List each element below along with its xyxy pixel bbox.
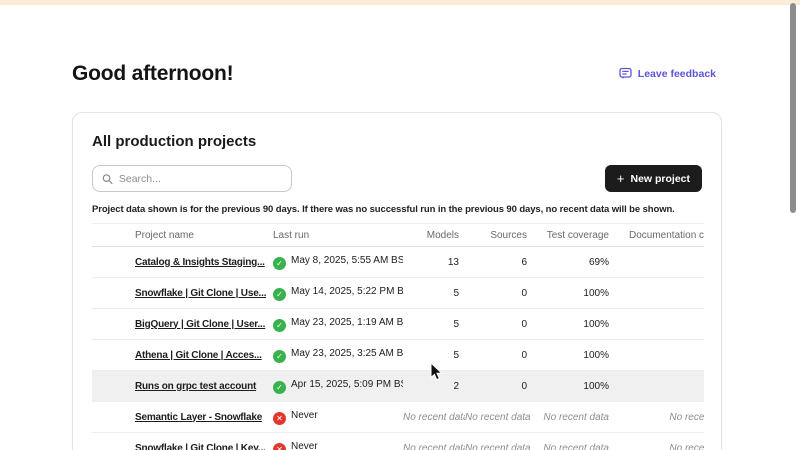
- run-status-icon: ✕: [273, 443, 286, 450]
- projects-card: All production projects + New project Pr…: [72, 112, 722, 450]
- last-run-cell: ✓ Apr 15, 2025, 5:09 PM BS: [266, 371, 403, 402]
- documentation-coverage-cell: [615, 340, 704, 371]
- last-run-text: May 8, 2025, 5:55 AM BS: [291, 255, 403, 266]
- documentation-coverage-cell: [615, 278, 704, 309]
- sources-cell: 6: [465, 247, 533, 278]
- run-status-icon: ✓: [273, 288, 286, 301]
- documentation-coverage-cell: [615, 247, 704, 278]
- last-run-text: May 23, 2025, 3:25 AM B: [291, 348, 403, 359]
- project-link[interactable]: Catalog & Insights Staging...: [135, 257, 265, 268]
- last-run-cell: ✕ Never: [266, 402, 403, 433]
- new-project-label: New project: [630, 173, 690, 185]
- models-cell: 2: [403, 371, 465, 402]
- page-scrollbar-thumb[interactable]: [790, 3, 796, 213]
- sources-cell: No recent data: [465, 402, 533, 433]
- project-link[interactable]: Snowflake | Git Clone | Use...: [135, 288, 266, 299]
- table-row[interactable]: Snowflake | Git Clone | Key... ✕ Never No…: [92, 433, 704, 450]
- models-cell: 5: [403, 309, 465, 340]
- leave-feedback-link[interactable]: Leave feedback: [619, 67, 716, 80]
- project-link[interactable]: Semantic Layer - Snowflake: [135, 412, 262, 423]
- search-input[interactable]: [119, 173, 282, 185]
- last-run-text: Never: [291, 410, 318, 421]
- sources-cell: 0: [465, 340, 533, 371]
- sources-cell: 0: [465, 371, 533, 402]
- run-status-icon: ✓: [273, 319, 286, 332]
- column-header-sources: Sources: [465, 224, 533, 247]
- table-row[interactable]: BigQuery | Git Clone | User... ✓ May 23, …: [92, 309, 704, 340]
- last-run-cell: ✓ May 23, 2025, 3:25 AM B: [266, 340, 403, 371]
- column-header-test-coverage: Test coverage: [533, 224, 615, 247]
- top-accent-bar: [0, 0, 800, 5]
- models-cell: No recent data: [403, 433, 465, 450]
- column-header-last-run: Last run: [266, 224, 403, 247]
- documentation-coverage-cell: [615, 371, 704, 402]
- greeting-title: Good afternoon!: [72, 62, 233, 86]
- last-run-cell: ✓ May 23, 2025, 1:19 AM BS: [266, 309, 403, 340]
- column-header-star: [92, 224, 128, 247]
- search-icon: [102, 173, 113, 185]
- card-title: All production projects: [92, 133, 702, 150]
- run-status-icon: ✓: [273, 381, 286, 394]
- plus-icon: +: [617, 172, 625, 185]
- test-coverage-cell: 100%: [533, 340, 615, 371]
- table-header-row: Project nameLast runModelsSourcesTest co…: [92, 224, 704, 247]
- column-header-project-name: Project name: [128, 224, 266, 247]
- search-input-wrapper[interactable]: [92, 165, 292, 192]
- last-run-text: May 23, 2025, 1:19 AM BS: [291, 317, 403, 328]
- card-toolbar: + New project: [92, 165, 702, 192]
- last-run-text: May 14, 2025, 5:22 PM BS: [291, 286, 403, 297]
- documentation-coverage-cell: No recent data: [615, 433, 704, 450]
- column-header-documentation-coverage: Documentation coverage: [615, 224, 704, 247]
- models-cell: 5: [403, 278, 465, 309]
- run-status-icon: ✕: [273, 412, 286, 425]
- project-link[interactable]: Runs on grpc test account: [135, 381, 256, 392]
- table-row[interactable]: Athena | Git Clone | Acces... ✓ May 23, 2…: [92, 340, 704, 371]
- table-row[interactable]: Semantic Layer - Snowflake ✕ Never No rec…: [92, 402, 704, 433]
- run-status-icon: ✓: [273, 257, 286, 270]
- table-row[interactable]: Runs on grpc test account ✓ Apr 15, 2025,…: [92, 371, 704, 402]
- test-coverage-cell: No recent data: [533, 433, 615, 450]
- test-coverage-cell: No recent data: [533, 402, 615, 433]
- test-coverage-cell: 100%: [533, 278, 615, 309]
- project-link[interactable]: Snowflake | Git Clone | Key...: [135, 443, 266, 450]
- column-header-models: Models: [403, 224, 465, 247]
- run-status-icon: ✓: [273, 350, 286, 363]
- projects-table-container: Project nameLast runModelsSourcesTest co…: [92, 223, 704, 450]
- table-row[interactable]: Snowflake | Git Clone | Use... ✓ May 14, …: [92, 278, 704, 309]
- documentation-coverage-cell: [615, 309, 704, 340]
- last-run-cell: ✕ Never: [266, 433, 403, 450]
- leave-feedback-label: Leave feedback: [638, 68, 716, 80]
- sources-cell: 0: [465, 278, 533, 309]
- test-coverage-cell: 100%: [533, 309, 615, 340]
- projects-table: Project nameLast runModelsSourcesTest co…: [92, 223, 704, 450]
- documentation-coverage-cell: No recent data: [615, 402, 704, 433]
- models-cell: 5: [403, 340, 465, 371]
- last-run-text: Never: [291, 441, 318, 450]
- models-cell: 13: [403, 247, 465, 278]
- table-row[interactable]: Catalog & Insights Staging... ✓ May 8, 20…: [92, 247, 704, 278]
- test-coverage-cell: 100%: [533, 371, 615, 402]
- last-run-cell: ✓ May 8, 2025, 5:55 AM BS: [266, 247, 403, 278]
- last-run-text: Apr 15, 2025, 5:09 PM BS: [291, 379, 403, 390]
- sources-cell: 0: [465, 309, 533, 340]
- project-link[interactable]: BigQuery | Git Clone | User...: [135, 319, 265, 330]
- new-project-button[interactable]: + New project: [605, 165, 702, 192]
- last-run-cell: ✓ May 14, 2025, 5:22 PM BS: [266, 278, 403, 309]
- test-coverage-cell: 69%: [533, 247, 615, 278]
- data-range-notice: Project data shown is for the previous 9…: [92, 204, 702, 215]
- models-cell: No recent data: [403, 402, 465, 433]
- feedback-icon: [619, 67, 632, 80]
- project-link[interactable]: Athena | Git Clone | Acces...: [135, 350, 262, 361]
- sources-cell: No recent data: [465, 433, 533, 450]
